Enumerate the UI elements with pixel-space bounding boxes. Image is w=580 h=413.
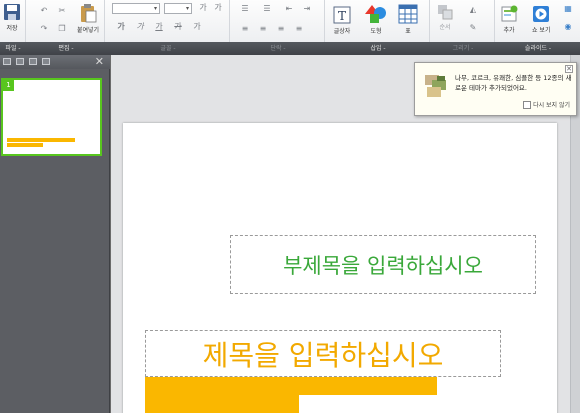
thumb-bar-1 (7, 138, 75, 142)
paragraph-group-label[interactable]: 단락 - (231, 42, 325, 55)
title-placeholder[interactable]: 제목을 입력하십시오 (145, 330, 501, 377)
drawing-group-label[interactable]: 그리기 - (431, 42, 495, 55)
font-name-select[interactable]: ▾ (112, 3, 160, 14)
paste-label: 붙여넣기 (77, 27, 100, 34)
fill-color-icon[interactable]: ◭ (467, 5, 479, 15)
dont-show-label: 다시 보지 않기 (533, 102, 570, 109)
save-label: 저장 (6, 25, 18, 32)
paste-icon (81, 4, 97, 23)
table-icon (398, 4, 418, 24)
font-shrink-icon[interactable]: 가 (212, 3, 224, 13)
slide-group: 추가 쇼 보기 ▦ ◉ (496, 0, 580, 42)
arrange-button[interactable]: 순서 (437, 4, 453, 31)
font-size-select[interactable]: ▾ (164, 3, 192, 14)
justify-icon[interactable]: ≡ (293, 24, 305, 34)
font-group-label[interactable]: 글꼴 - (106, 42, 230, 55)
edit-group-label[interactable]: 편집 - (27, 42, 105, 55)
slideshow-button[interactable]: 쇼 보기 (532, 5, 550, 34)
slideshow-label: 쇼 보기 (532, 27, 551, 34)
subtitle-placeholder[interactable]: 부제목을 입력하십시오 (230, 235, 536, 294)
align-left-icon[interactable]: ≡ (239, 24, 251, 34)
italic-icon[interactable]: 가 (134, 22, 146, 32)
line-color-icon[interactable]: ✎ (467, 23, 479, 33)
table-button[interactable]: 표 (398, 4, 418, 35)
close-notification-icon[interactable]: ✕ (565, 65, 573, 73)
paragraph-group: ☰ ☰ ⇤ ⇥ ≡ ≡ ≡ ≡ (231, 0, 325, 42)
font-group: ▾ ▾ 가 가 가 가 가 가 가 (106, 0, 230, 42)
undo-icon[interactable]: ↶ (38, 6, 50, 16)
slide-thumbnail[interactable]: 1 (1, 78, 102, 156)
close-panel-icon[interactable]: ✕ (95, 55, 104, 69)
file-group: 저장 (0, 0, 26, 42)
shape-label: 도형 (370, 28, 382, 35)
slide-layout-icon[interactable]: ▦ (562, 4, 574, 14)
svg-text:T: T (338, 9, 346, 23)
slide-thumbnail-panel: ✕ 1 (0, 55, 110, 413)
cut-icon[interactable]: ✂ (56, 6, 68, 16)
insert-group: T 글상자 도형 표 (326, 0, 430, 42)
play-icon (533, 6, 550, 22)
dont-show-again[interactable]: 다시 보지 않기 (523, 100, 570, 109)
slide-transition-icon[interactable]: ◉ (562, 22, 574, 32)
bold-icon[interactable]: 가 (115, 22, 127, 32)
font-color-icon[interactable]: 가 (191, 22, 203, 32)
copy-icon[interactable]: ❐ (56, 24, 68, 34)
thumbnail-toolbar: ✕ (0, 55, 110, 69)
bullet-list-icon[interactable]: ☰ (239, 4, 251, 14)
add-slide-button[interactable]: 추가 (500, 5, 518, 34)
insert-group-label[interactable]: 삽입 - (326, 42, 430, 55)
textbox-icon: T (333, 6, 351, 24)
file-group-label[interactable]: 파일 - (0, 42, 26, 55)
slide-group-label[interactable]: 슬라이드 - (496, 42, 580, 55)
number-list-icon[interactable]: ☰ (261, 4, 273, 14)
shape-button[interactable]: 도형 (365, 4, 387, 35)
save-icon (4, 4, 20, 20)
add-slide-icon (501, 5, 518, 22)
decor-bar-short (145, 395, 299, 413)
align-right-icon[interactable]: ≡ (275, 24, 287, 34)
drawing-group: 순서 ◭ ✎ (431, 0, 495, 42)
shape-icon (365, 5, 386, 23)
font-grow-icon[interactable]: 가 (197, 3, 209, 13)
thumb-notes-icon[interactable] (42, 58, 50, 65)
thumb-layout-icon[interactable] (29, 58, 37, 65)
save-button[interactable]: 저장 (3, 3, 21, 32)
indent-icon[interactable]: ⇥ (301, 4, 313, 14)
strike-icon[interactable]: 가 (172, 22, 184, 32)
thumb-outline-icon[interactable] (16, 58, 24, 65)
thumb-view-icon[interactable] (3, 58, 11, 65)
redo-icon[interactable]: ↷ (38, 24, 50, 34)
slide: 부제목을 입력하십시오 제목을 입력하십시오 (123, 123, 557, 413)
arrange-label: 순서 (439, 24, 451, 31)
notification-message: 나무, 코르크, 유쾌한, 심플한 등 12종의 새로운 테마가 추가되었어요. (455, 74, 572, 92)
ribbon: 저장 ↶ ✂ ↷ ❐ 붙여넣기 ▾ ▾ 가 가 가 가 가 가 가 ☰ ☰ ⇤ … (0, 0, 580, 55)
underline-icon[interactable]: 가 (153, 22, 165, 32)
arrange-icon (438, 5, 453, 20)
edit-group: ↶ ✂ ↷ ❐ 붙여넣기 (27, 0, 105, 42)
align-center-icon[interactable]: ≡ (257, 24, 269, 34)
textbox-button[interactable]: T 글상자 (333, 6, 351, 35)
ribbon-group-labels: 파일 - 편집 - 글꼴 - 단락 - 삽입 - 그리기 - 슬라이드 - (0, 42, 580, 55)
slide-number: 1 (3, 80, 14, 91)
paste-button[interactable]: 붙여넣기 (77, 3, 99, 34)
decor-bar-long (145, 377, 437, 395)
new-theme-notification: 나무, 코르크, 유쾌한, 심플한 등 12종의 새로운 테마가 추가되었어요.… (414, 62, 577, 116)
thumb-bar-2 (7, 143, 43, 147)
textbox-label: 글상자 (333, 28, 351, 35)
table-label: 표 (405, 28, 411, 35)
dont-show-checkbox[interactable] (523, 100, 532, 109)
add-slide-label: 추가 (503, 27, 515, 34)
theme-icon (425, 75, 446, 97)
outdent-icon[interactable]: ⇤ (283, 4, 295, 14)
